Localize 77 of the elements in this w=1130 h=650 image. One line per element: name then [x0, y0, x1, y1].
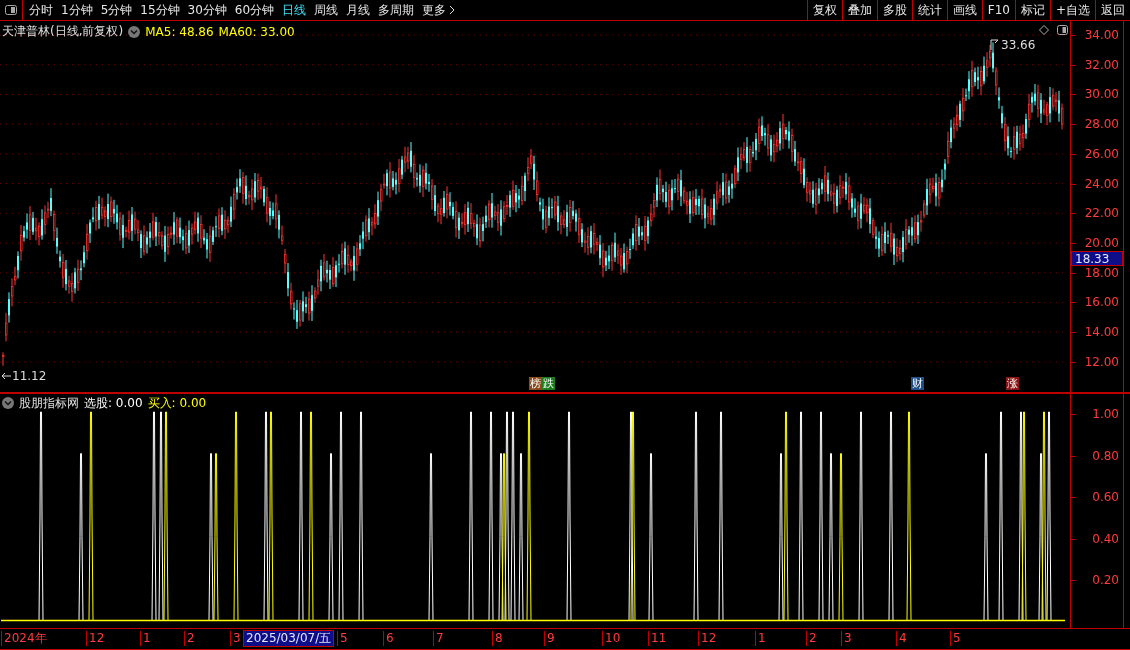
price-axis-label: 22.00 [1084, 206, 1119, 221]
diamond-icon[interactable] [1039, 25, 1049, 35]
toolbar-button[interactable]: 返回 [1095, 0, 1130, 20]
indicator-axis-label: 1.00 [1092, 407, 1119, 421]
period-tab[interactable]: 5分钟 [100, 1, 133, 19]
price-axis-label: 12.00 [1084, 354, 1119, 369]
toolbar-button[interactable]: 叠加 [841, 0, 877, 20]
toolbar-button[interactable]: +自选 [1049, 0, 1095, 20]
period-tab[interactable]: 分时 [29, 1, 53, 19]
toolbar-button[interactable]: 画线 [946, 0, 982, 20]
event-tag[interactable]: 榜 [529, 377, 542, 390]
high-price-label: 33.66 [1001, 38, 1036, 52]
moving-average-value: MA5: 48.86 [145, 24, 214, 39]
date-axis-label: 12 [698, 631, 717, 646]
date-axis-label: 2 [184, 631, 195, 646]
date-axis-label: 7 [433, 631, 444, 646]
price-axis-label: 28.00 [1084, 117, 1119, 132]
toolbar-button[interactable]: F10 [981, 0, 1015, 20]
dropdown-icon[interactable] [128, 25, 141, 38]
price-axis-label: 30.00 [1084, 87, 1119, 102]
date-axis-label: 8 [492, 631, 503, 646]
date-axis-label: 2 [806, 631, 817, 646]
arrow-left-icon [1, 372, 11, 380]
indicator-axis-label: 0.80 [1092, 448, 1119, 463]
chevron-right-icon [449, 5, 456, 15]
price-axis-label: 32.00 [1084, 57, 1119, 72]
toolbar-button[interactable]: 标记 [1014, 0, 1050, 20]
more-button[interactable]: 更多 [422, 1, 456, 19]
toolbar-button[interactable]: 多股 [876, 0, 912, 20]
price-axis-label: 18.00 [1084, 265, 1119, 280]
dropdown-icon[interactable] [2, 397, 14, 409]
low-price-label: 11.12 [12, 369, 47, 383]
event-tag[interactable]: 财 [911, 377, 924, 390]
date-axis-label: 11 [648, 631, 667, 646]
date-axis-label: 3 [230, 631, 241, 646]
date-axis-label: 6 [383, 631, 394, 646]
price-axis-label: 34.00 [1084, 28, 1119, 42]
price-axis-label: 20.00 [1084, 236, 1119, 251]
toolbar-button[interactable]: 统计 [911, 0, 947, 20]
date-axis-label: 9 [544, 631, 555, 646]
event-tag[interactable]: 跌 [542, 377, 555, 390]
date-axis-label: 1 [140, 631, 151, 646]
period-tab[interactable]: 60分钟 [234, 1, 275, 19]
current-price-label: 18.33 [1071, 250, 1123, 266]
panel-toggle-icon[interactable] [5, 5, 17, 15]
date-axis-label: 4 [896, 631, 907, 646]
indicator-axis-label: 0.60 [1092, 490, 1119, 505]
panel-toggle-icon[interactable] [1057, 25, 1068, 35]
date-axis-label: 10 [602, 631, 621, 646]
price-axis-label: 16.00 [1084, 295, 1119, 310]
indicator-axis-label: 0.40 [1092, 531, 1119, 546]
price-axis-label: 26.00 [1084, 146, 1119, 161]
date-axis-label: 2025/03/07/五 [243, 630, 335, 647]
date-axis-label: 12 [86, 631, 105, 646]
price-axis-label: 24.00 [1084, 176, 1119, 191]
indicator-axis-label: 0.20 [1092, 573, 1119, 588]
indicator-title: 股朋指标网 [19, 394, 79, 412]
moving-average-value: MA60: 33.00 [218, 24, 295, 39]
event-tag[interactable]: 涨 [1006, 377, 1019, 390]
date-axis-label: 3 [841, 631, 852, 646]
toolbar-button[interactable]: 复权 [806, 0, 842, 20]
period-tab[interactable]: 日线 [282, 1, 307, 19]
period-tab[interactable]: 15分钟 [140, 1, 180, 19]
flag-marker-icon [990, 38, 1000, 50]
period-tab[interactable]: 30分钟 [187, 1, 227, 19]
chart-title: 天津普林(日线,前复权) [2, 23, 124, 40]
date-axis-label: 1 [755, 631, 766, 646]
date-axis-label: 2024年 [1, 631, 47, 646]
date-axis-label: 5 [337, 631, 348, 646]
period-tab[interactable]: 多周期 [378, 1, 415, 19]
price-axis-label: 14.00 [1084, 325, 1119, 340]
date-axis-label: 5 [950, 631, 961, 646]
indicator-value: 买入: 0.00 [147, 394, 207, 412]
period-tab[interactable]: 1分钟 [61, 1, 93, 19]
period-tab[interactable]: 月线 [346, 1, 371, 19]
indicator-value: 选股: 0.00 [84, 394, 143, 412]
period-tab[interactable]: 周线 [314, 1, 339, 19]
